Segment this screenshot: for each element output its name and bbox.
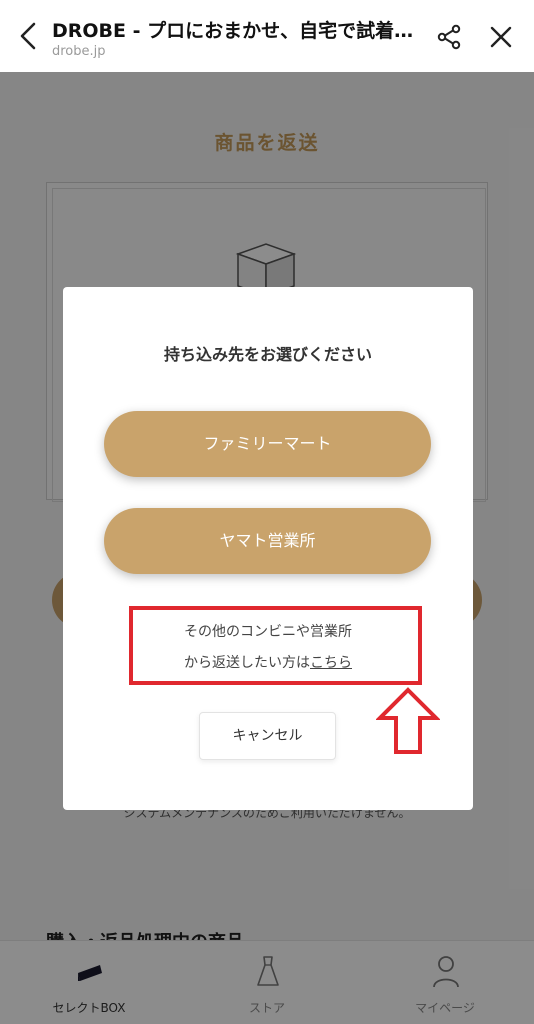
page-title: DROBE - プロにおまかせ、自宅で試着… [52,20,414,42]
browser-top-bar: DROBE - プロにおまかせ、自宅で試着… drobe.jp [0,0,534,72]
cancel-button[interactable]: キャンセル [199,712,336,760]
chevron-left-icon[interactable] [14,18,42,54]
close-icon[interactable] [486,22,516,52]
page-url: drobe.jp [52,44,106,59]
familymart-button[interactable]: ファミリーマート [104,411,431,477]
highlight-box [129,606,422,685]
modal-title: 持ち込み先をお選びください [163,345,372,364]
yamato-office-button[interactable]: ヤマト営業所 [104,508,431,574]
arrow-up-icon [376,687,440,754]
share-icon[interactable] [434,22,464,52]
